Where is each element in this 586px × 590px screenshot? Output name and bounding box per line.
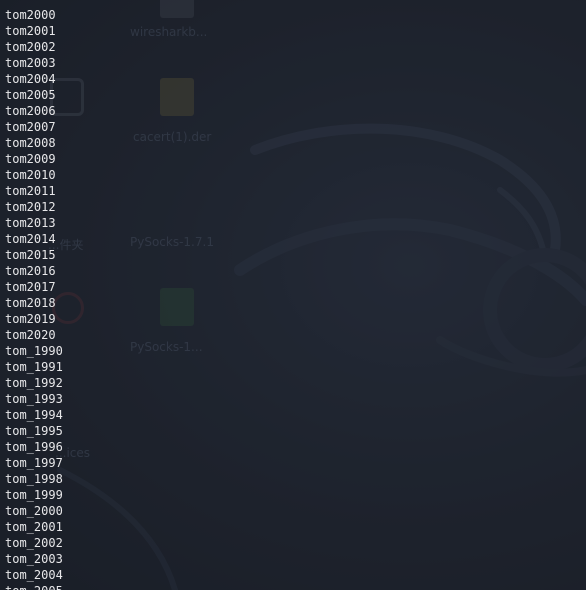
terminal-line: tom_2002 xyxy=(5,536,63,550)
terminal-line: tom2008 xyxy=(5,136,56,150)
terminal-line: tom_1990 xyxy=(5,344,63,358)
terminal-line: tom2011 xyxy=(5,184,56,198)
desktop-screen: wiresharkb... cacert(1).der ...件夹 PySock… xyxy=(0,0,586,590)
terminal-line: tom2005 xyxy=(5,88,56,102)
terminal-line: tom2012 xyxy=(5,200,56,214)
terminal-line: tom_1991 xyxy=(5,360,63,374)
terminal-line: tom2004 xyxy=(5,72,56,86)
terminal-line: tom_1999 xyxy=(5,488,63,502)
terminal-line: tom_2003 xyxy=(5,552,63,566)
terminal-line: tom2010 xyxy=(5,168,56,182)
terminal-line: tom2019 xyxy=(5,312,56,326)
terminal-line: tom_1996 xyxy=(5,440,63,454)
terminal-output: tom2000 tom2001 tom2002 tom2003 tom2004 tom20… xyxy=(5,7,63,590)
terminal-line: tom2013 xyxy=(5,216,56,230)
terminal-window[interactable]: tom2000 tom2001 tom2002 tom2003 tom2004 tom20… xyxy=(0,0,586,590)
terminal-line: tom2006 xyxy=(5,104,56,118)
terminal-line: tom_1993 xyxy=(5,392,63,406)
terminal-line: tom2003 xyxy=(5,56,56,70)
terminal-line: tom_2004 xyxy=(5,568,63,582)
terminal-line: tom_2000 xyxy=(5,504,63,518)
terminal-line: tom2007 xyxy=(5,120,56,134)
terminal-line: tom_1997 xyxy=(5,456,63,470)
terminal-line: tom2018 xyxy=(5,296,56,310)
terminal-line: tom2017 xyxy=(5,280,56,294)
terminal-line: tom2001 xyxy=(5,24,56,38)
terminal-line: tom2016 xyxy=(5,264,56,278)
terminal-line: tom_1995 xyxy=(5,424,63,438)
terminal-line: tom2015 xyxy=(5,248,56,262)
terminal-line: tom2000 xyxy=(5,8,56,22)
terminal-line: tom_1992 xyxy=(5,376,63,390)
terminal-line: tom_1998 xyxy=(5,472,63,486)
terminal-line: tom2014 xyxy=(5,232,56,246)
terminal-line: tom_2005 xyxy=(5,583,63,590)
terminal-line: tom2009 xyxy=(5,152,56,166)
terminal-line: tom2020 xyxy=(5,328,56,342)
terminal-line: tom_1994 xyxy=(5,408,63,422)
terminal-line: tom2002 xyxy=(5,40,56,54)
terminal-line: tom_2001 xyxy=(5,520,63,534)
